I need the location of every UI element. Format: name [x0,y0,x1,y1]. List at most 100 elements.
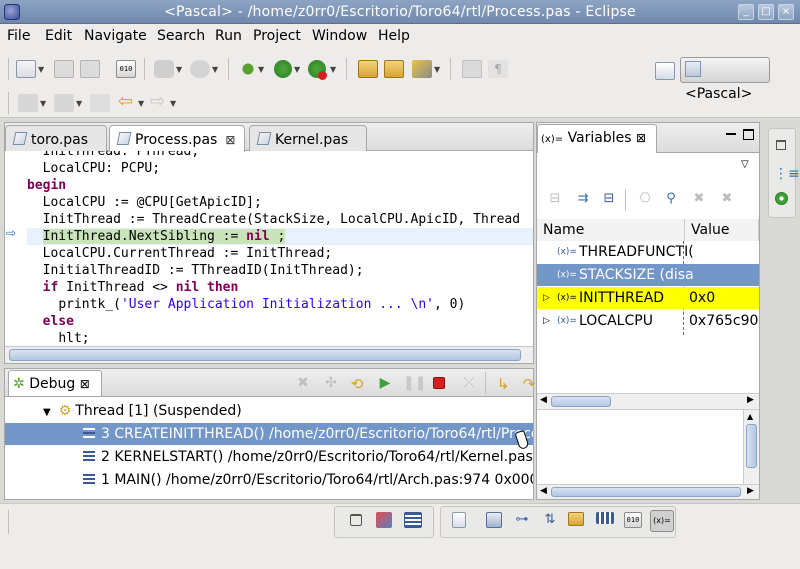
restart-icon[interactable]: ⟲ [347,375,367,393]
variable-row[interactable]: (x)= THREADFUNCTI( [537,241,759,263]
menu-navigate[interactable]: Navigate [84,28,147,44]
tab-toro-pas[interactable]: toro.pas [5,125,107,151]
next-annotation-icon[interactable] [18,94,38,112]
open-perspective-icon[interactable] [655,62,675,80]
view-menu-icon[interactable]: ▽ [741,159,749,170]
new-file-icon[interactable] [452,512,466,528]
folder-icon[interactable] [568,512,584,526]
scroll-thumb[interactable] [9,349,521,361]
menu-help[interactable]: Help [378,28,410,44]
tab-debug[interactable]: ✲ Debug ⊠ [8,370,102,396]
add-expression-icon[interactable]: ⇉ [573,191,593,209]
show-type-names-icon[interactable]: ⊟ [545,191,565,209]
terminate-icon[interactable] [433,377,445,389]
maximize-view-icon[interactable] [743,129,754,140]
detail-pane[interactable]: ▲ [537,409,759,490]
suspend-icon[interactable]: ❚❚ [403,375,426,393]
refresh-icon[interactable] [190,60,210,78]
detail-horizontal-scrollbar[interactable]: ◀ ▶ [537,484,759,499]
restore-icon[interactable] [776,140,786,150]
remove-icon[interactable]: ✖ [689,191,709,209]
connect-icon[interactable]: ✣ [321,375,341,393]
column-header-value[interactable]: Value [685,219,759,241]
variables-view-icon[interactable]: (x)= [650,510,674,532]
remove-terminated-icon[interactable]: ✖ [293,375,313,393]
tab-kernel-pas[interactable]: Kernel.pas [249,125,367,151]
expand-arrow-icon[interactable]: ▷ [543,287,550,309]
breakpoints-icon[interactable] [775,192,788,205]
print-icon[interactable] [80,60,100,78]
variable-row[interactable]: (x)= STACKSIZE (disa [537,264,759,286]
scroll-thumb[interactable] [551,487,741,497]
scroll-up-icon[interactable]: ▲ [747,412,753,421]
tab-process-pas[interactable]: Process.pas ⊠ [109,125,245,152]
binary-icon[interactable]: 010 [116,60,136,78]
minimize-view-icon[interactable] [726,133,736,135]
outline-icon[interactable]: ⋮≡ [774,166,800,182]
watch-icon[interactable]: ⎔ [635,191,655,209]
forward-icon[interactable]: ⇨ [150,93,170,112]
debug-bug-icon[interactable] [238,60,258,78]
last-edit-location-icon[interactable] [90,94,110,112]
variable-row[interactable]: ▷ (x)= INITTHREAD 0x0 [537,287,759,309]
problems-icon[interactable] [376,512,392,528]
variable-row[interactable]: ▷ (x)= LOCALCPU 0x765c90 [537,310,759,332]
find-variable-icon[interactable]: ⚲ [661,191,681,209]
open-folder-icon[interactable] [358,60,378,78]
minimize-button[interactable]: _ [738,4,754,20]
close-view-icon[interactable]: ⊠ [636,131,646,145]
scroll-right-icon[interactable]: ▶ [747,395,754,405]
back-icon[interactable]: ⇦ [118,93,138,112]
disconnect-icon[interactable]: ⤫ [459,375,479,393]
save-icon[interactable] [54,60,74,78]
code-area[interactable]: InitThread: PThread; LocalCPU: PCPU; beg… [27,151,533,347]
remove-all-icon[interactable]: ✖ [717,191,737,209]
collapse-arrow-icon[interactable]: ▼ [43,407,51,418]
block-selection-icon[interactable] [462,60,482,78]
scroll-thumb[interactable] [746,424,757,468]
thread-node[interactable]: ▼ ⚙ Thread [1] (Suspended) [5,400,533,422]
registers-icon[interactable] [486,512,502,528]
menu-project[interactable]: Project [253,28,301,44]
new-icon[interactable] [16,60,36,78]
menu-search[interactable]: Search [157,28,205,44]
disassembly-icon[interactable]: 010 [624,512,642,528]
expand-arrow-icon[interactable]: ▷ [543,310,550,332]
perspective-button[interactable]: <Pascal> [680,57,770,102]
column-header-name[interactable]: Name [537,219,685,241]
show-whitespace-icon[interactable]: ¶ [488,60,508,78]
sorted-list-icon[interactable]: ⇅ [540,512,560,530]
menu-window[interactable]: Window [312,28,367,44]
menu-edit[interactable]: Edit [45,28,72,44]
variables-horizontal-scrollbar[interactable]: ◀ ▶ [537,393,759,409]
new-dropdown-icon[interactable]: ▼ [38,65,44,74]
scroll-left-icon[interactable]: ◀ [540,395,547,405]
menu-run[interactable]: Run [215,28,242,44]
previous-annotation-icon[interactable] [54,94,74,112]
run-icon[interactable] [274,60,292,78]
table-icon[interactable] [404,512,422,528]
close-view-icon[interactable]: ⊠ [80,377,90,391]
close-button[interactable]: × [778,4,794,20]
editor-horizontal-scrollbar[interactable] [5,346,533,363]
resume-icon[interactable]: ▶ [375,375,395,393]
maximize-button[interactable]: □ [758,4,774,20]
restore-icon[interactable] [350,514,362,526]
close-tab-icon[interactable]: ⊠ [225,133,235,147]
stack-frame[interactable]: 2 KERNELSTART() /home/z0rr0/Escritorio/T… [5,446,533,468]
scroll-thumb[interactable] [551,396,611,407]
detail-vertical-scrollbar[interactable]: ▲ [743,410,759,490]
scroll-right-icon[interactable]: ▶ [747,486,754,496]
hierarchy-icon[interactable]: ⊶ [512,512,532,530]
pen-icon[interactable] [412,60,432,78]
menu-file[interactable]: File [7,28,30,44]
stack-frame[interactable]: 1 MAIN() /home/z0rr0/Escritorio/Toro64/r… [5,469,533,491]
step-into-icon[interactable]: ↳ [493,375,513,393]
stack-frame[interactable]: 3 CREATEINITTHREAD() /home/z0rr0/Escrito… [5,423,533,445]
build-icon[interactable] [154,60,174,78]
memory-icon[interactable] [596,512,614,524]
tab-variables[interactable]: (x)= Variables ⊠ [537,124,657,153]
scroll-left-icon[interactable]: ◀ [540,486,547,496]
collapse-all-icon[interactable]: ⊟ [599,191,619,209]
open-file-icon[interactable] [384,60,404,78]
